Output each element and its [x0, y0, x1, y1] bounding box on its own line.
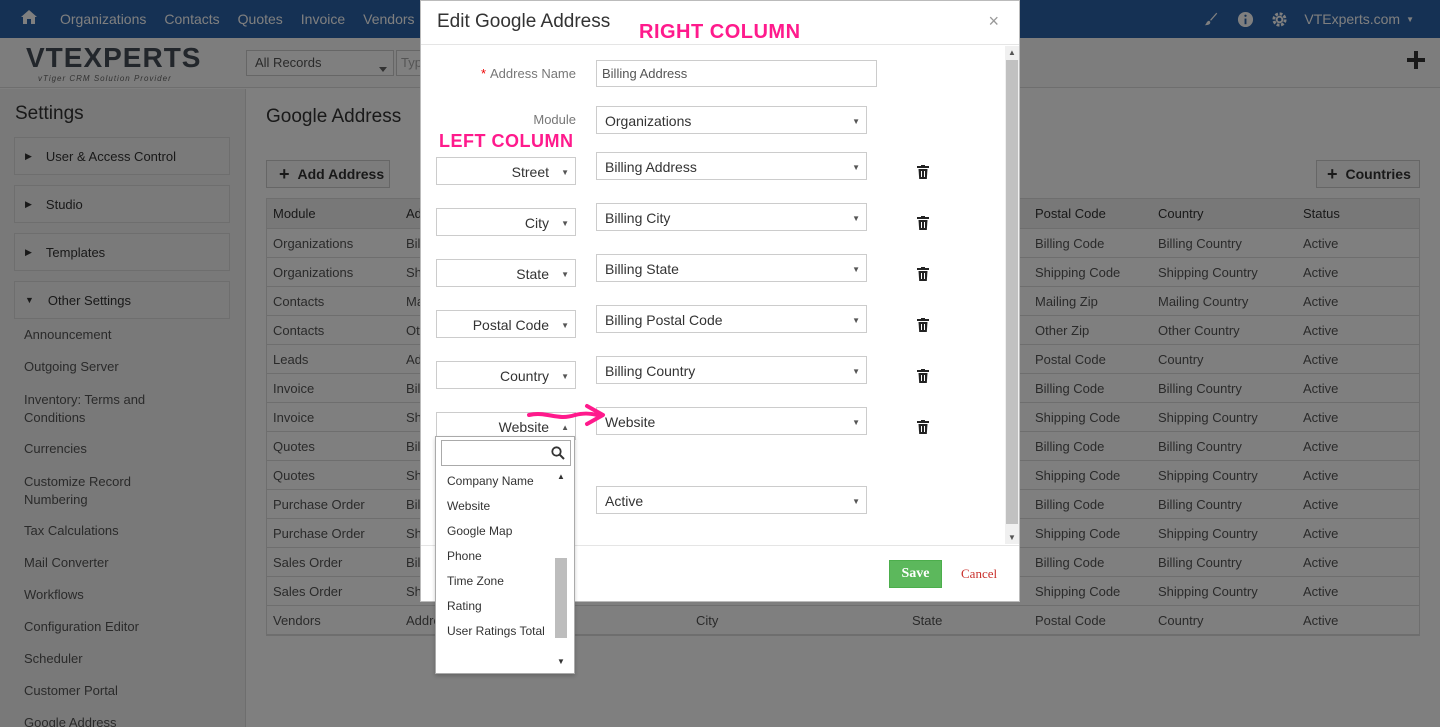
- right-column-select-value: Billing Country: [605, 363, 696, 379]
- left-column-select[interactable]: Country ▼: [436, 361, 576, 389]
- chevron-down-icon: ▼: [561, 219, 569, 228]
- chevron-down-icon: ▼: [852, 163, 860, 172]
- trash-icon[interactable]: [917, 216, 929, 230]
- dropdown-scrollbar[interactable]: ▲ ▼: [554, 470, 568, 670]
- scroll-down-icon[interactable]: ▼: [1008, 533, 1016, 542]
- left-column-select[interactable]: Street ▼: [436, 157, 576, 185]
- dropdown-search-input[interactable]: [441, 440, 571, 466]
- dropdown-option[interactable]: Website: [436, 497, 490, 515]
- dropdown-option[interactable]: Time Zone: [436, 572, 504, 590]
- annotation-left-column: LEFT COLUMN: [439, 131, 574, 151]
- scroll-up-icon[interactable]: ▲: [1008, 48, 1016, 57]
- chevron-down-icon: ▼: [561, 321, 569, 330]
- right-column-select-value: Billing City: [605, 210, 671, 226]
- right-column-select[interactable]: Billing Address ▼: [596, 152, 867, 180]
- dropdown-option[interactable]: Phone: [436, 547, 482, 565]
- chevron-down-icon: ▼: [561, 372, 569, 381]
- trash-icon[interactable]: [917, 165, 929, 179]
- scroll-up-icon[interactable]: ▲: [557, 472, 565, 481]
- left-column-select[interactable]: State ▼: [436, 259, 576, 287]
- module-select-value: Organizations: [605, 113, 692, 129]
- right-column-select[interactable]: Website ▼: [596, 407, 867, 435]
- left-column-select-value: City: [524, 215, 549, 231]
- save-button[interactable]: Save: [889, 560, 942, 588]
- module-select[interactable]: Organizations ▼: [596, 106, 867, 134]
- chevron-down-icon: ▼: [561, 168, 569, 177]
- left-column-select[interactable]: City ▼: [436, 208, 576, 236]
- trash-icon[interactable]: [917, 420, 929, 434]
- cancel-button[interactable]: Cancel: [961, 566, 997, 582]
- chevron-down-icon: ▼: [852, 265, 860, 274]
- right-column-select[interactable]: Billing City ▼: [596, 203, 867, 231]
- chevron-down-icon: ▼: [561, 270, 569, 279]
- search-icon: [551, 446, 565, 460]
- right-column-select-value: Website: [605, 414, 656, 430]
- right-column-select[interactable]: Billing Postal Code ▼: [596, 305, 867, 333]
- chevron-down-icon: ▼: [852, 117, 860, 126]
- left-column-select-value: Country: [499, 368, 549, 384]
- module-label: Module: [533, 112, 576, 127]
- dropdown-option[interactable]: Company Name: [436, 472, 534, 490]
- modal-title: Edit Google Address: [437, 11, 611, 32]
- dropdown-option[interactable]: Google Map: [436, 522, 512, 540]
- dropdown-option[interactable]: Rating: [436, 597, 482, 615]
- right-column-select-value: Billing Address: [605, 159, 697, 175]
- status-select[interactable]: Active ▼: [596, 486, 867, 514]
- required-asterisk: *: [480, 66, 487, 81]
- chevron-down-icon: ▼: [852, 367, 860, 376]
- dropdown-option[interactable]: User Ratings Total: [436, 622, 546, 640]
- trash-icon[interactable]: [917, 369, 929, 383]
- chevron-down-icon: ▼: [852, 316, 860, 325]
- left-column-select-value: Street: [511, 164, 549, 180]
- left-column-select-value: Postal Code: [472, 317, 549, 333]
- close-icon[interactable]: ×: [988, 11, 999, 32]
- dropdown-scrollbar-thumb[interactable]: [555, 558, 567, 638]
- chevron-down-icon: ▼: [852, 418, 860, 427]
- left-column-dropdown: Company Name Website Google Map Phone Ti…: [435, 436, 575, 674]
- right-column-select[interactable]: Billing Country ▼: [596, 356, 867, 384]
- trash-icon[interactable]: [917, 318, 929, 332]
- right-column-select-value: Billing State: [605, 261, 679, 277]
- left-column-select-value: State: [516, 266, 549, 282]
- chevron-down-icon: ▼: [852, 214, 860, 223]
- modal-header-divider: [421, 44, 1019, 45]
- chevron-down-icon: ▼: [852, 497, 860, 506]
- annotation-right-column: RIGHT COLUMN: [639, 21, 801, 43]
- address-name-label: * Address Name: [441, 66, 576, 81]
- right-column-select[interactable]: Billing State ▼: [596, 254, 867, 282]
- annotation-arrow-icon: [527, 404, 605, 426]
- scroll-down-icon[interactable]: ▼: [557, 657, 565, 666]
- left-column-select[interactable]: Postal Code ▼: [436, 310, 576, 338]
- address-name-input[interactable]: Billing Address: [596, 60, 877, 87]
- right-column-select-value: Billing Postal Code: [605, 312, 723, 328]
- trash-icon[interactable]: [917, 267, 929, 281]
- status-select-value: Active: [605, 493, 644, 509]
- modal-scrollbar-thumb[interactable]: [1006, 60, 1018, 524]
- modal-scrollbar[interactable]: ▲ ▼: [1005, 46, 1019, 544]
- address-name-label-text: Address Name: [490, 66, 576, 81]
